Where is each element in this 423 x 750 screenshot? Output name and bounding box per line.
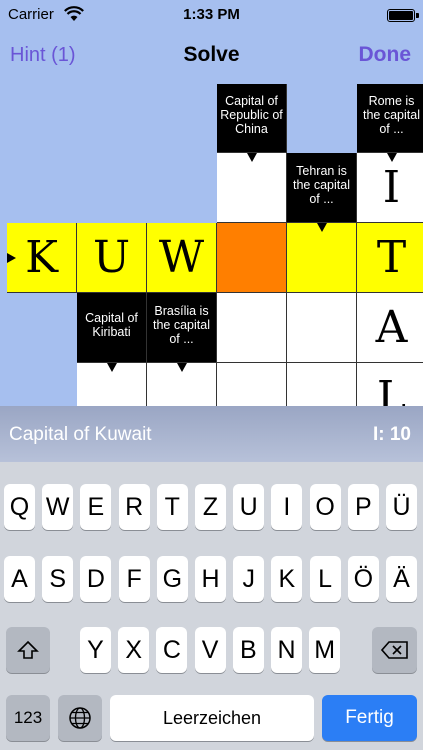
grid-cell[interactable] — [217, 153, 287, 223]
grid-cell[interactable]: W — [147, 223, 217, 293]
grid-cell[interactable] — [217, 293, 287, 363]
arrow-down-icon — [106, 363, 117, 372]
key-s[interactable]: S — [42, 556, 74, 602]
grid-cell[interactable] — [217, 363, 287, 406]
cell-letter: A — [375, 302, 408, 353]
key-u[interactable]: U — [233, 484, 265, 530]
grid-cell[interactable] — [77, 363, 147, 406]
space-key[interactable]: Leerzeichen — [110, 695, 314, 741]
key-ü[interactable]: Ü — [386, 484, 417, 530]
key-b[interactable]: B — [232, 627, 264, 673]
key-h[interactable]: H — [195, 556, 226, 602]
key-a[interactable]: A — [4, 556, 35, 602]
key-o[interactable]: O — [309, 484, 341, 530]
arrow-down-icon — [316, 223, 327, 232]
clue-cell-capital-republic-of-china[interactable]: Capital of Republic of China — [217, 84, 287, 153]
cell-letter: U — [92, 232, 131, 283]
clue-text: Tehran is the capital of ... — [293, 163, 350, 206]
cell-letter: I — [382, 162, 401, 213]
key-m[interactable]: M — [309, 627, 341, 673]
arrow-down-icon — [246, 153, 257, 162]
current-clue-id: I: 10 — [372, 424, 411, 445]
key-w[interactable]: W — [42, 484, 74, 530]
keyboard: QWERTZUIOPÜ ASDFGHJKLÖÄ YXCVBNM 123 Leer… — [0, 462, 423, 750]
grid-cell[interactable]: I — [357, 153, 423, 223]
key-g[interactable]: G — [156, 556, 188, 602]
grid-cell[interactable]: T — [357, 223, 423, 293]
clue-cell-rome[interactable]: Rome is the capital of ... — [357, 84, 423, 153]
clue-cell-tehran[interactable]: Tehran is the capital of ... — [287, 153, 357, 223]
globe-key[interactable] — [58, 695, 102, 741]
grid-cell[interactable]: L — [357, 363, 423, 406]
clue-text: Capital of Republic of China — [220, 93, 283, 136]
key-ö[interactable]: Ö — [347, 556, 379, 602]
nav-bar: Hint (1) Solve Done — [0, 30, 423, 84]
clue-text: Brasília is the capital of ... — [153, 303, 210, 346]
key-r[interactable]: R — [118, 484, 150, 530]
grid-cell[interactable]: A — [357, 293, 423, 363]
key-p[interactable]: P — [347, 484, 379, 530]
clue-text: Rome is the capital of ... — [363, 93, 420, 136]
key-n[interactable]: N — [271, 627, 302, 673]
backspace-key[interactable] — [372, 627, 417, 673]
key-k[interactable]: K — [271, 556, 303, 602]
crossword-grid: Capital of Republic of China Rome is the… — [0, 84, 423, 406]
cell-letter: W — [158, 232, 205, 283]
key-j[interactable]: J — [233, 556, 265, 602]
done-button[interactable]: Done — [359, 43, 412, 67]
grid-cell-active[interactable] — [217, 223, 287, 293]
key-ä[interactable]: Ä — [386, 556, 417, 602]
backspace-icon — [380, 641, 408, 659]
numbers-key[interactable]: 123 — [6, 695, 50, 741]
cell-letter: K — [25, 232, 58, 283]
battery-icon — [387, 9, 419, 22]
clock: 1:33 PM — [183, 6, 240, 23]
globe-icon — [69, 707, 91, 729]
clue-cell-kiribati[interactable]: Capital of Kiribati — [77, 293, 147, 363]
key-v[interactable]: V — [194, 627, 226, 673]
grid-cell[interactable] — [287, 293, 357, 363]
return-key[interactable]: Fertig — [322, 695, 417, 741]
key-d[interactable]: D — [80, 556, 112, 602]
key-y[interactable]: Y — [80, 627, 111, 673]
key-c[interactable]: C — [156, 627, 188, 673]
cell-letter: L — [376, 372, 407, 406]
grid-cell[interactable]: U — [77, 223, 147, 293]
key-x[interactable]: X — [118, 627, 150, 673]
current-clue-bar: Capital of Kuwait I: 10 — [0, 406, 423, 462]
shift-key[interactable] — [6, 627, 50, 673]
clue-text: Capital of Kiribati — [85, 310, 138, 339]
key-e[interactable]: E — [80, 484, 112, 530]
grid-cell[interactable]: K — [7, 223, 77, 293]
key-i[interactable]: I — [271, 484, 303, 530]
key-f[interactable]: F — [118, 556, 150, 602]
clue-cell-brasilia[interactable]: Brasília is the capital of ... — [147, 293, 217, 363]
key-q[interactable]: Q — [4, 484, 35, 530]
key-t[interactable]: T — [156, 484, 188, 530]
current-clue-text: Capital of Kuwait — [9, 424, 152, 445]
shift-icon — [17, 640, 39, 659]
arrow-down-icon — [176, 363, 187, 372]
status-bar: Carrier 1:33 PM — [0, 0, 423, 30]
key-l[interactable]: L — [309, 556, 341, 602]
grid-cell[interactable] — [287, 223, 357, 293]
grid-cell[interactable] — [287, 363, 357, 406]
key-z[interactable]: Z — [195, 484, 226, 530]
cell-letter: T — [376, 232, 407, 283]
grid-cell[interactable] — [147, 363, 217, 406]
